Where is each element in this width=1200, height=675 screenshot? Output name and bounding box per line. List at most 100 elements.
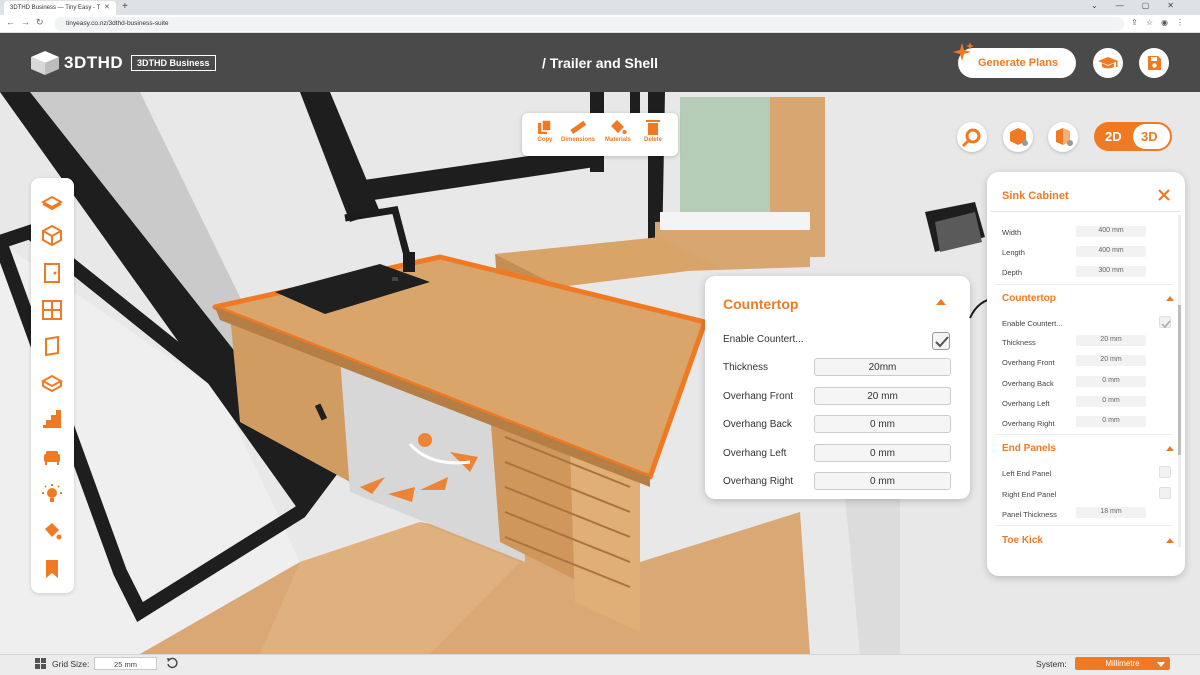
- depth-input[interactable]: 300 mm: [1076, 266, 1146, 277]
- countertop-overhang-right-input[interactable]: 0 mm: [1076, 416, 1146, 427]
- panel-field-label: Enable Countert...: [1002, 319, 1063, 328]
- popup-title: Countertop: [723, 296, 799, 312]
- copy-label: Copy: [537, 137, 553, 143]
- checkmark-icon: [935, 336, 949, 348]
- popup-overhang-right-input[interactable]: 0 mm: [814, 472, 951, 490]
- new-tab-icon[interactable]: +: [122, 1, 128, 12]
- panel-thickness-input[interactable]: 18 mm: [1076, 507, 1146, 518]
- box-icon[interactable]: [41, 224, 63, 246]
- panel-field-label: Left End Panel: [1002, 469, 1052, 478]
- popup-field-label: Overhang Front: [723, 391, 794, 402]
- paint-bucket-icon: [611, 120, 627, 134]
- popup-overhang-left-input[interactable]: 0 mm: [814, 444, 951, 462]
- materials-button[interactable]: Materials: [600, 119, 636, 143]
- category-sidebar: [31, 178, 74, 593]
- grid-size-label: Grid Size:: [52, 659, 90, 669]
- trash-icon: [646, 120, 660, 135]
- popup-field-label: Thickness: [723, 362, 769, 373]
- panel-title: Sink Cabinet: [1002, 190, 1069, 202]
- graduation-cap-icon: [1098, 57, 1118, 69]
- close-icon[interactable]: [1157, 188, 1171, 202]
- length-input[interactable]: 400 mm: [1076, 246, 1146, 257]
- magnifier-icon: [961, 128, 981, 148]
- browser-tab-bar: [0, 0, 1200, 15]
- panel-field-label: Length: [1002, 248, 1025, 257]
- sofa-icon[interactable]: [41, 446, 63, 468]
- panel-field-label: Overhang Left: [1002, 399, 1050, 408]
- panel-field-label: Thickness: [1002, 338, 1036, 347]
- panel-field-label: Width: [1002, 228, 1022, 237]
- chevron-down-icon: [1157, 662, 1165, 667]
- section-divider: [995, 284, 1173, 285]
- view-3d-option[interactable]: 3D: [1141, 129, 1158, 144]
- browser-extension-icons[interactable]: ⇪☆◉⋮: [1131, 18, 1192, 27]
- wall-panel-icon[interactable]: [41, 335, 63, 357]
- browser-nav-buttons[interactable]: ←→↻: [6, 17, 50, 28]
- popup-thickness-input[interactable]: 20mm: [814, 358, 951, 376]
- reset-icon[interactable]: [166, 657, 178, 669]
- toe-kick-section-header[interactable]: Toe Kick: [1002, 535, 1043, 546]
- sparkle-icon: [953, 42, 974, 61]
- popup-overhang-front-input[interactable]: 20 mm: [814, 387, 951, 405]
- panel-field-label: Right End Panel: [1002, 490, 1057, 499]
- window-icon[interactable]: [41, 299, 63, 321]
- panel-field-label: Depth: [1002, 268, 1023, 277]
- popup-overhang-back-input[interactable]: 0 mm: [814, 415, 951, 433]
- collapse-arrow-icon[interactable]: [1166, 446, 1174, 451]
- panel-scrollbar-thumb[interactable]: [1178, 305, 1181, 455]
- grid-size-input[interactable]: 25 mm: [94, 657, 157, 670]
- grid-icon: [35, 658, 46, 669]
- section-divider: [995, 434, 1173, 435]
- countertop-thickness-input[interactable]: 20 mm: [1076, 335, 1146, 346]
- left-end-panel-checkbox[interactable]: [1159, 466, 1171, 478]
- lightbulb-icon[interactable]: [41, 483, 63, 505]
- window-controls[interactable]: ⌄—▢✕: [1091, 1, 1192, 10]
- save-button[interactable]: [1139, 48, 1169, 78]
- view-section-button[interactable]: [1048, 122, 1078, 152]
- section-divider: [995, 525, 1173, 526]
- delete-button[interactable]: Delete: [635, 119, 671, 143]
- door-icon[interactable]: [41, 262, 63, 284]
- delete-label: Delete: [643, 137, 662, 143]
- copy-icon: [538, 119, 552, 134]
- address-bar[interactable]: tinyeasy.co.nz/3dthd-business-suite: [54, 17, 1124, 31]
- popup-field-label: Overhang Left: [723, 448, 787, 459]
- close-tab-icon[interactable]: ✕: [104, 3, 110, 11]
- generate-plans-button[interactable]: Generate Plans: [958, 48, 1076, 78]
- system-label: System:: [1036, 659, 1067, 669]
- bookmark-icon[interactable]: [41, 558, 63, 580]
- dimensions-button[interactable]: Dimensions: [560, 119, 596, 143]
- collapse-arrow-icon[interactable]: [1166, 296, 1174, 301]
- countertop-section-header[interactable]: Countertop: [1002, 293, 1056, 304]
- paint-bucket-icon[interactable]: [41, 520, 63, 542]
- right-end-panel-checkbox[interactable]: [1159, 487, 1171, 499]
- enable-countertop-checkbox[interactable]: [1159, 316, 1171, 329]
- view-box-button[interactable]: [1003, 122, 1033, 152]
- tutorial-button[interactable]: [1093, 48, 1123, 78]
- panel-field-label: Overhang Right: [1002, 419, 1055, 428]
- box-section-icon: [1056, 128, 1073, 146]
- countertop-overhang-front-input[interactable]: 20 mm: [1076, 355, 1146, 366]
- browser-tab-title: 3DTHD Business — Tiny Easy - T: [10, 5, 101, 11]
- width-input[interactable]: 400 mm: [1076, 226, 1146, 237]
- panel-field-label: Panel Thickness: [1002, 510, 1057, 519]
- stairs-icon[interactable]: [41, 408, 63, 430]
- copy-button[interactable]: Copy: [527, 119, 563, 143]
- collapse-arrow-icon[interactable]: [936, 299, 946, 305]
- countertop-overhang-back-input[interactable]: 0 mm: [1076, 376, 1146, 387]
- dimensions-label: Dimensions: [560, 137, 595, 143]
- materials-label: Materials: [604, 137, 631, 143]
- cube-view-icon: [1010, 128, 1028, 146]
- object-action-toolbar: Copy Dimensions Materials Delete: [522, 113, 678, 156]
- browser-tab[interactable]: 3DTHD Business — Tiny Easy - T: [4, 1, 116, 15]
- countertop-overhang-left-input[interactable]: 0 mm: [1076, 396, 1146, 407]
- app-root: 3DTHD Business — Tiny Easy - T ✕ + ⌄—▢✕ …: [0, 0, 1200, 675]
- end-panels-section-header[interactable]: End Panels: [1002, 443, 1056, 454]
- cabinet-icon[interactable]: [41, 372, 63, 394]
- floor-layer-icon[interactable]: [41, 190, 63, 212]
- view-2d-option[interactable]: 2D: [1105, 129, 1122, 144]
- collapse-arrow-icon[interactable]: [1166, 538, 1174, 543]
- unit-system-select[interactable]: Millimetre: [1075, 657, 1170, 670]
- zoom-button[interactable]: [957, 122, 987, 152]
- enable-countertop-checkbox[interactable]: [932, 332, 950, 350]
